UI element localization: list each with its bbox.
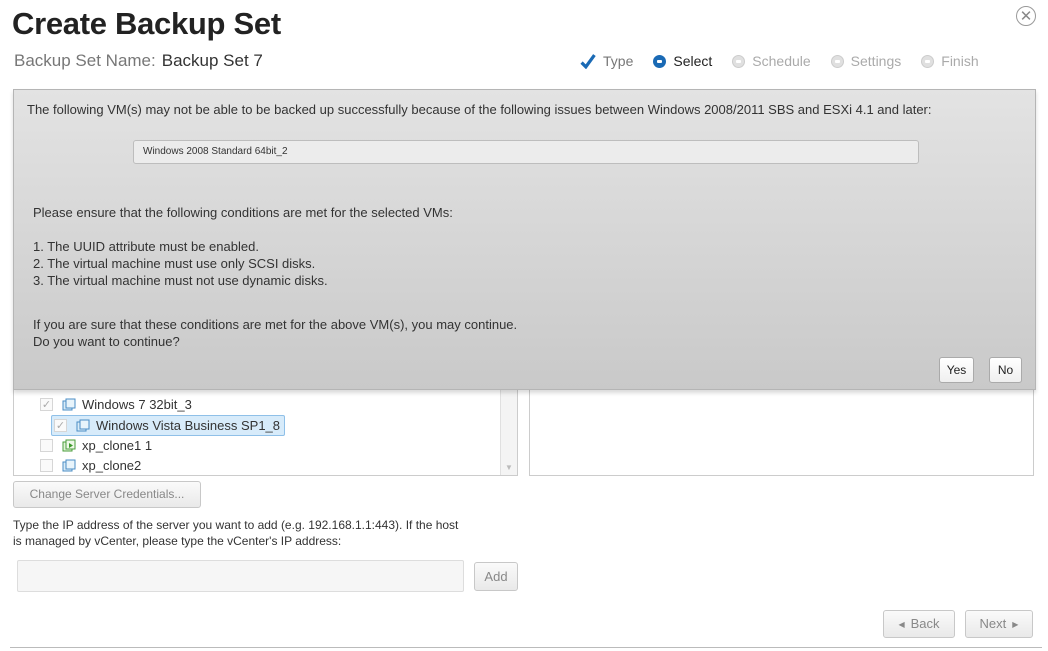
step-label: Schedule [752,53,811,69]
set-name-label: Backup Set Name: [14,51,156,70]
ip-address-input[interactable] [17,560,464,592]
affected-vm-list: Windows 2008 Standard 64bit_2 [133,140,919,164]
change-credentials-button[interactable]: Change Server Credentials... [13,481,201,508]
vm-icon [62,398,76,410]
step-label: Type [603,53,634,69]
step-active-icon [653,54,667,68]
tree-item-label: Windows 7 32bit_3 [82,397,192,412]
checkbox[interactable] [40,459,53,472]
tree-item-vm[interactable]: xp_clone1 1 [40,436,152,455]
step-pending-icon [732,54,746,68]
vm-running-icon [62,439,76,451]
next-arrow-icon: ▶ [1012,619,1019,629]
step-pending-icon [830,54,844,68]
tree-item-label: Windows Vista Business SP1_8 [96,418,281,433]
checkmark-icon [580,53,596,69]
conditions-intro: Please ensure that the following conditi… [33,205,453,220]
set-name-value: Backup Set 7 [161,51,263,70]
footer-divider [10,647,1042,648]
tree-item-vm[interactable]: xp_clone2 [40,456,141,475]
step-type: Type [580,53,633,69]
checkbox[interactable]: ✓ [54,419,67,432]
close-icon[interactable]: ✕ [1016,6,1036,26]
warning-message: The following VM(s) may not be able to b… [27,102,932,117]
yes-button[interactable]: Yes [939,357,974,383]
tree-item-vm[interactable]: ✓ Windows 7 32bit_3 [40,395,192,414]
backup-set-name: Backup Set Name: Backup Set 7 [14,51,263,71]
confirm-question: Do you want to continue? [33,334,180,349]
no-button[interactable]: No [989,357,1022,383]
back-button[interactable]: ◀ Back [883,610,955,638]
back-arrow-icon: ◀ [898,619,905,629]
checkbox[interactable] [40,439,53,452]
vm-icon [76,419,90,431]
ip-instructions-line: Type the IP address of the server you wa… [13,518,459,532]
tree-scrollbar[interactable]: ▼ [500,385,517,475]
checkbox[interactable]: ✓ [40,398,53,411]
condition-item: 3. The virtual machine must not use dyna… [33,273,328,288]
page-title: Create Backup Set [12,6,281,41]
ip-instructions: Type the IP address of the server you wa… [13,517,533,549]
wizard-steps: Type Select Schedule Settings Finish [580,53,999,69]
step-schedule: Schedule [732,53,811,69]
back-label: Back [910,616,940,631]
scroll-down-icon[interactable]: ▼ [505,463,513,472]
step-label: Select [673,53,713,69]
tree-item-label: xp_clone2 [82,458,142,473]
confirm-message: If you are sure that these conditions ar… [33,317,518,332]
add-button[interactable]: Add [474,562,518,591]
condition-item: 2. The virtual machine must use only SCS… [33,256,316,271]
vm-icon [62,459,76,471]
step-settings: Settings [830,53,902,69]
step-finish: Finish [921,53,979,69]
warning-dialog: The following VM(s) may not be able to b… [13,89,1036,390]
ip-instructions-line: is managed by vCenter, please type the v… [13,534,342,548]
tree-item-label: xp_clone1 1 [82,438,153,453]
step-pending-icon [921,54,935,68]
next-button[interactable]: Next ▶ [965,610,1033,638]
step-label: Finish [941,53,979,69]
tree-item-vm-selected[interactable]: ✓ Windows Vista Business SP1_8 [51,415,286,436]
next-label: Next [979,616,1007,631]
step-label: Settings [850,53,902,69]
condition-item: 1. The UUID attribute must be enabled. [33,239,259,254]
selected-items-panel [529,385,1034,476]
step-select: Select [653,53,712,69]
